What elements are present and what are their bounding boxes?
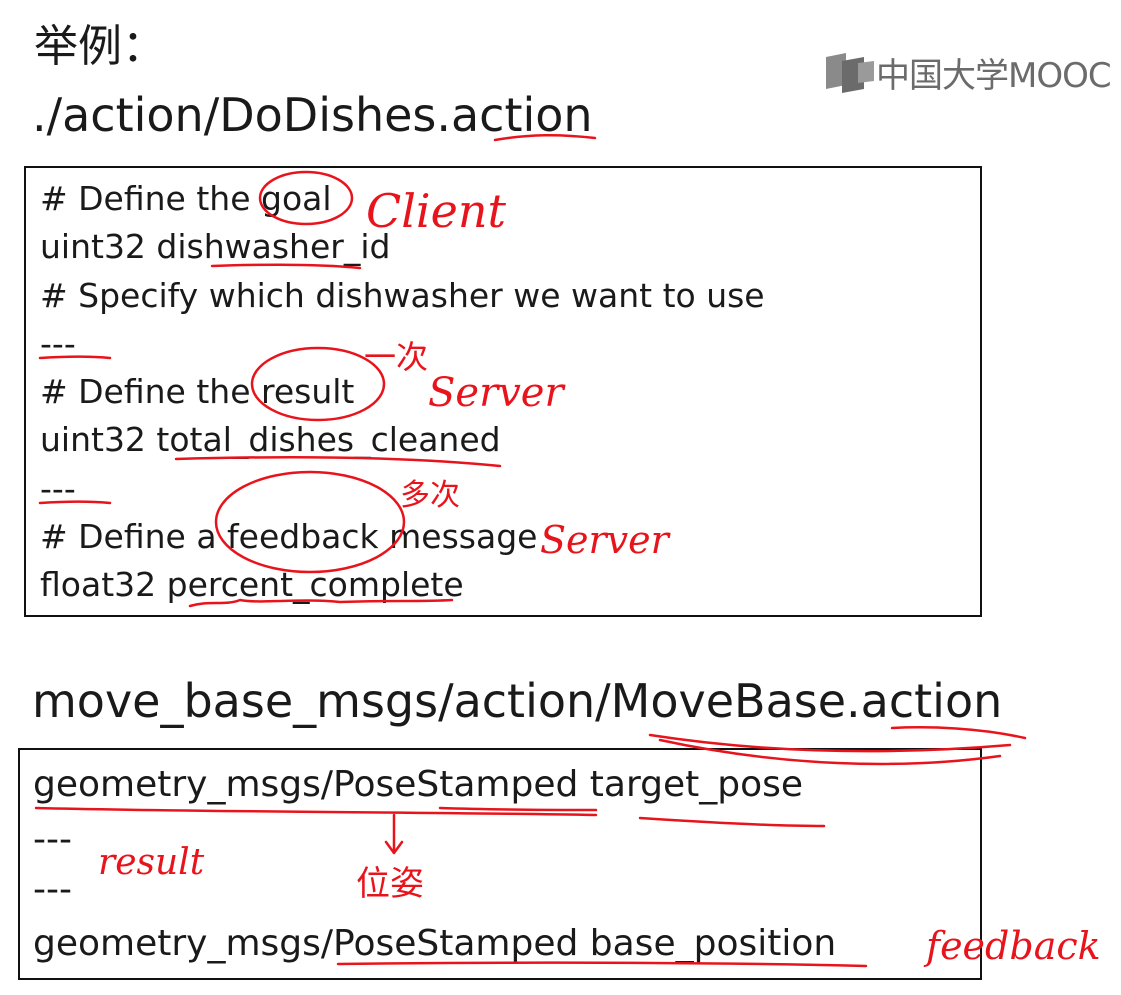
code-separator: --- (40, 324, 76, 363)
code-separator: --- (40, 469, 76, 508)
code-line: uint32 dishwasher_id (40, 227, 391, 266)
logo-text: 中国大学MOOC (876, 56, 1112, 96)
annotation-server-2: Server (540, 518, 669, 562)
annotation-server-1: Server (428, 370, 564, 416)
annotation-many-times: 多次 (400, 478, 460, 513)
file2-title: move_base_msgs/action/MoveBase.action (32, 674, 1003, 728)
code-line: # Define a feedback message (40, 517, 538, 556)
annotation-feedback: feedback (926, 924, 1101, 968)
code-line: float32 percent_complete (40, 565, 464, 604)
code-line: # Define the goal (40, 179, 332, 218)
code-line: uint32 total_dishes_cleaned (40, 420, 501, 459)
annotation-once: 一次 (364, 338, 429, 376)
file1-title: ./action/DoDishes.action (32, 88, 593, 142)
code-line: geometry_msgs/PoseStamped target_pose (33, 764, 804, 805)
code-separator: --- (33, 819, 72, 860)
code-line: # Define the result (40, 372, 355, 411)
code-line: # Specify which dishwasher we want to us… (40, 276, 765, 315)
code-line: geometry_msgs/PoseStamped base_position (33, 923, 837, 964)
annotation-pose: 位姿 (356, 864, 424, 904)
annotation-client: Client (366, 184, 506, 238)
annotation-result: result (98, 842, 205, 883)
code-separator: --- (33, 869, 72, 910)
mooc-book-icon (826, 52, 874, 93)
mooc-logo: 中国大学MOOC (824, 48, 1112, 97)
slide-heading: 举例： (34, 21, 166, 72)
